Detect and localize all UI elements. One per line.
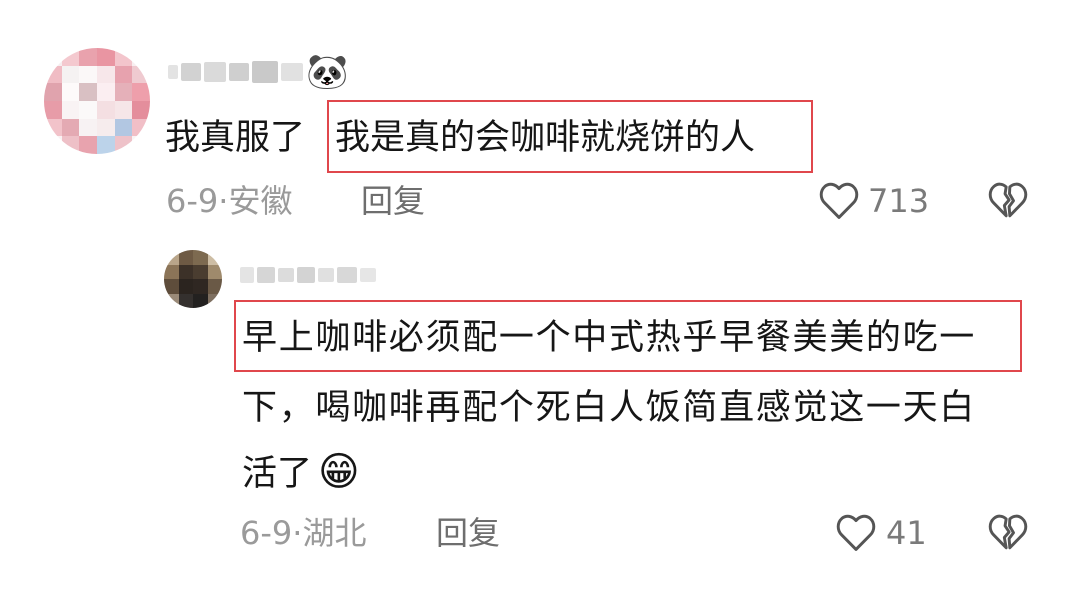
panda-emoji: 🐼 xyxy=(306,52,349,92)
broken-heart-icon[interactable] xyxy=(986,511,1030,553)
comment-text-highlighted: 早上咖啡必须配一个中式热乎早餐美美的吃一 xyxy=(242,318,977,358)
comment-date: 6-9·安徽 xyxy=(166,182,293,220)
comment-text-line: 下，喝咖啡再配个死白人饭简直感觉这一天白 xyxy=(242,388,977,428)
heart-outline-icon[interactable] xyxy=(817,179,861,221)
heart-outline-icon[interactable] xyxy=(834,511,878,553)
comment-text-line: 活了 😁 xyxy=(242,449,360,495)
comment-text-highlighted: 我是真的会咖啡就烧饼的人 xyxy=(335,118,756,158)
avatar[interactable] xyxy=(164,250,222,308)
reply-button[interactable]: 回复 xyxy=(436,515,500,551)
avatar[interactable] xyxy=(44,48,150,154)
username[interactable] xyxy=(168,58,303,86)
reply-button[interactable]: 回复 xyxy=(361,183,425,219)
like-count: 41 xyxy=(886,514,927,552)
comment-text-prefix: 我真服了 xyxy=(165,118,306,158)
comment-location: 湖北 xyxy=(302,514,367,552)
like-count: 713 xyxy=(868,182,930,220)
grinning-emoji: 😁 xyxy=(318,449,360,495)
broken-heart-icon[interactable] xyxy=(986,179,1030,221)
comment-location: 安徽 xyxy=(228,182,293,220)
comment-date: 6-9·湖北 xyxy=(240,514,367,552)
username[interactable] xyxy=(240,262,376,288)
